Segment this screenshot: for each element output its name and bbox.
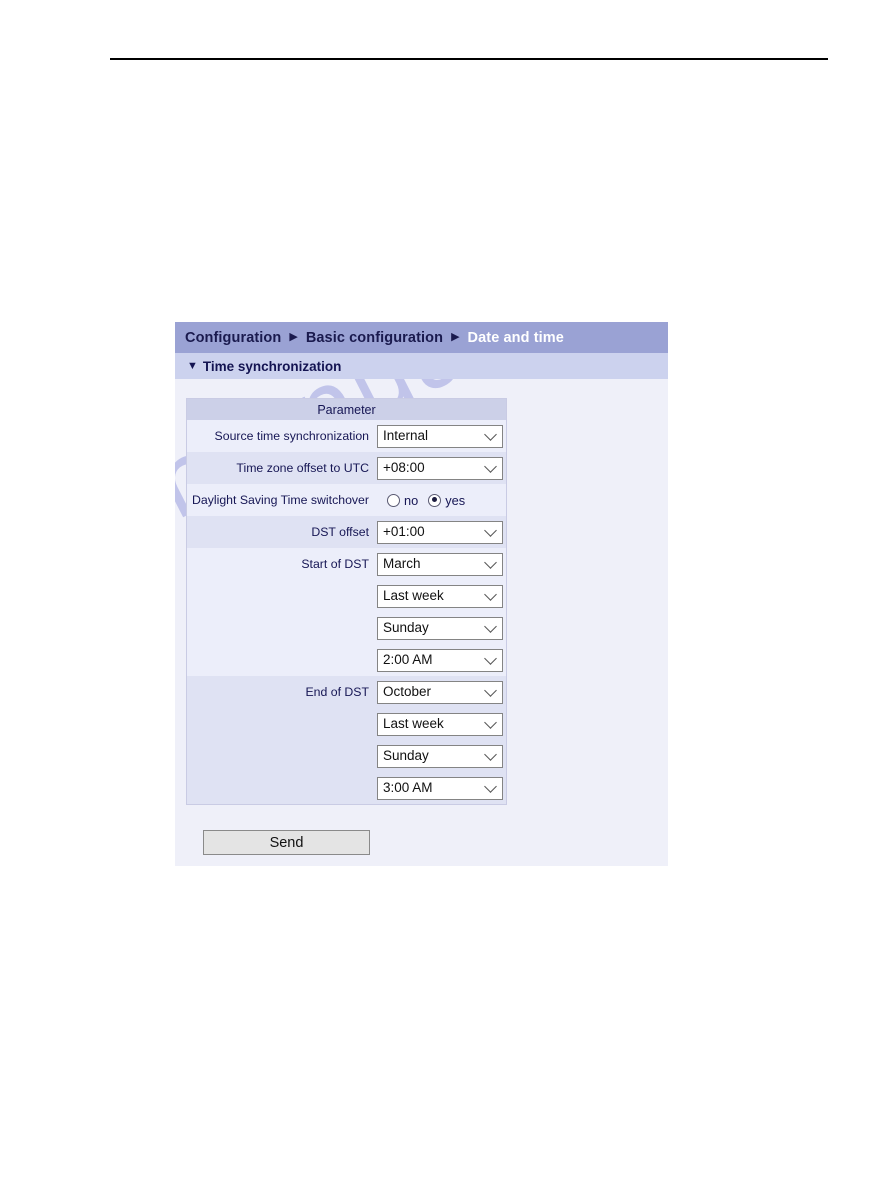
parameter-row-source-time-synchronization: Source time synchronization Internal — [187, 420, 506, 452]
select-start-of-dst-week[interactable]: Last week — [377, 584, 503, 608]
select-value-dst-offset: +01:00 — [383, 524, 425, 540]
select-value-start-of-dst-time: 2:00 AM — [383, 652, 433, 668]
parameter-label-daylight-saving-time-switchover: Daylight Saving Time switchover — [191, 493, 369, 507]
section-header-time-synchronization[interactable]: ▼ Time synchronization — [175, 353, 668, 379]
parameter-row-start-of-dst-time: 2:00 AM — [187, 644, 506, 676]
parameter-label-time-zone-offset-to-utc: Time zone offset to UTC — [236, 461, 369, 475]
radio-label-no: no — [404, 492, 419, 508]
select-value-end-of-dst-day: Sunday — [383, 748, 429, 764]
select-dst-offset[interactable]: +01:00 — [377, 520, 503, 544]
parameter-field-source-time-synchronization: Internal — [377, 424, 506, 448]
chevron-down-icon — [484, 588, 497, 601]
parameter-row-end-of-dst-week: Last week — [187, 708, 506, 740]
breadcrumb-separator-icon: ▶ — [289, 331, 298, 343]
select-start-of-dst-day[interactable]: Sunday — [377, 616, 503, 640]
select-value-start-of-dst-day: Sunday — [383, 620, 429, 636]
chevron-down-icon — [484, 428, 497, 441]
column-header-parameter: Parameter — [317, 402, 376, 417]
parameter-field-start-of-dst-time: 2:00 AM — [377, 648, 506, 672]
select-time-zone-offset-to-utc[interactable]: +08:00 — [377, 456, 503, 480]
breadcrumb: Configuration ▶ Basic configuration ▶ Da… — [175, 322, 668, 353]
parameter-row-time-zone-offset-to-utc: Time zone offset to UTC +08:00 — [187, 452, 506, 484]
chevron-down-icon — [484, 620, 497, 633]
parameter-field-dst-offset: +01:00 — [377, 520, 506, 544]
breadcrumb-item-configuration[interactable]: Configuration — [185, 330, 281, 346]
select-end-of-dst-week[interactable]: Last week — [377, 712, 503, 736]
radio-option-daylight-saving-time-switchover-yes[interactable]: yes — [428, 493, 465, 508]
parameter-field-start-of-dst-week: Last week — [377, 584, 506, 608]
breadcrumb-separator-icon: ▶ — [451, 331, 460, 343]
parameter-row-end-of-dst-day: Sunday — [187, 740, 506, 772]
select-source-time-synchronization[interactable]: Internal — [377, 424, 503, 448]
select-end-of-dst-month[interactable]: October — [377, 680, 503, 704]
parameter-row-start-of-dst-month: Start of DST March — [187, 548, 506, 580]
select-end-of-dst-time[interactable]: 3:00 AM — [377, 776, 503, 800]
parameter-row-start-of-dst-week: Last week — [187, 580, 506, 612]
parameter-label-start-of-dst-month: Start of DST — [301, 557, 369, 571]
radio-group-daylight-saving-time-switchover: no yes — [377, 493, 475, 508]
select-value-start-of-dst-week: Last week — [383, 588, 444, 604]
chevron-down-icon — [484, 524, 497, 537]
parameter-rows: Source time synchronization Internal Time … — [187, 420, 506, 804]
select-start-of-dst-time[interactable]: 2:00 AM — [377, 648, 503, 672]
breadcrumb-item-basic-configuration[interactable]: Basic configuration — [306, 330, 443, 346]
radio-button-no[interactable] — [387, 493, 400, 507]
select-value-start-of-dst-month: March — [383, 556, 421, 572]
radio-label-yes: yes — [445, 492, 466, 508]
chevron-down-icon[interactable]: ▼ — [187, 360, 198, 372]
chevron-down-icon — [484, 748, 497, 761]
section-title: Time synchronization — [202, 358, 342, 374]
chevron-down-icon — [484, 460, 497, 473]
send-button[interactable]: Send — [203, 830, 370, 855]
parameter-row-dst-offset: DST offset +01:00 — [187, 516, 506, 548]
parameter-label-dst-offset: DST offset — [311, 525, 369, 539]
select-start-of-dst-month[interactable]: March — [377, 552, 503, 576]
parameter-field-end-of-dst-month: October — [377, 680, 506, 704]
parameter-field-time-zone-offset-to-utc: +08:00 — [377, 456, 506, 480]
parameter-row-end-of-dst-month: End of DST October — [187, 676, 506, 708]
select-value-end-of-dst-time: 3:00 AM — [383, 780, 433, 796]
parameter-table-header: Parameter — [187, 398, 506, 420]
select-end-of-dst-day[interactable]: Sunday — [377, 744, 503, 768]
chevron-down-icon — [484, 780, 497, 793]
parameter-field-end-of-dst-time: 3:00 AM — [377, 776, 506, 800]
select-value-time-zone-offset-to-utc: +08:00 — [383, 460, 425, 476]
chevron-down-icon — [484, 716, 497, 729]
parameter-label-source-time-synchronization: Source time synchronization — [214, 429, 369, 443]
date-and-time-config-panel: manualshive.com Configuration ▶ Basic co… — [175, 322, 668, 866]
chevron-down-icon — [484, 556, 497, 569]
parameter-field-start-of-dst-day: Sunday — [377, 616, 506, 640]
chevron-down-icon — [484, 652, 497, 665]
radio-option-daylight-saving-time-switchover-no[interactable]: no — [387, 493, 418, 508]
select-value-end-of-dst-month: October — [383, 684, 432, 700]
chevron-down-icon — [484, 684, 497, 697]
parameter-field-end-of-dst-day: Sunday — [377, 744, 506, 768]
parameter-row-daylight-saving-time-switchover: Daylight Saving Time switchover no yes — [187, 484, 506, 516]
radio-button-yes[interactable] — [428, 493, 442, 507]
parameter-table: Parameter Source time synchronization Int… — [186, 398, 507, 805]
select-value-end-of-dst-week: Last week — [383, 716, 444, 732]
parameter-field-start-of-dst-month: March — [377, 552, 506, 576]
parameter-field-daylight-saving-time-switchover: no yes — [377, 493, 506, 508]
breadcrumb-item-date-and-time[interactable]: Date and time — [468, 330, 564, 346]
page-top-rule — [110, 58, 828, 60]
select-value-source-time-synchronization: Internal — [383, 428, 429, 444]
parameter-row-start-of-dst-day: Sunday — [187, 612, 506, 644]
parameter-row-end-of-dst-time: 3:00 AM — [187, 772, 506, 804]
parameter-label-end-of-dst-month: End of DST — [305, 685, 369, 699]
parameter-field-end-of-dst-week: Last week — [377, 712, 506, 736]
